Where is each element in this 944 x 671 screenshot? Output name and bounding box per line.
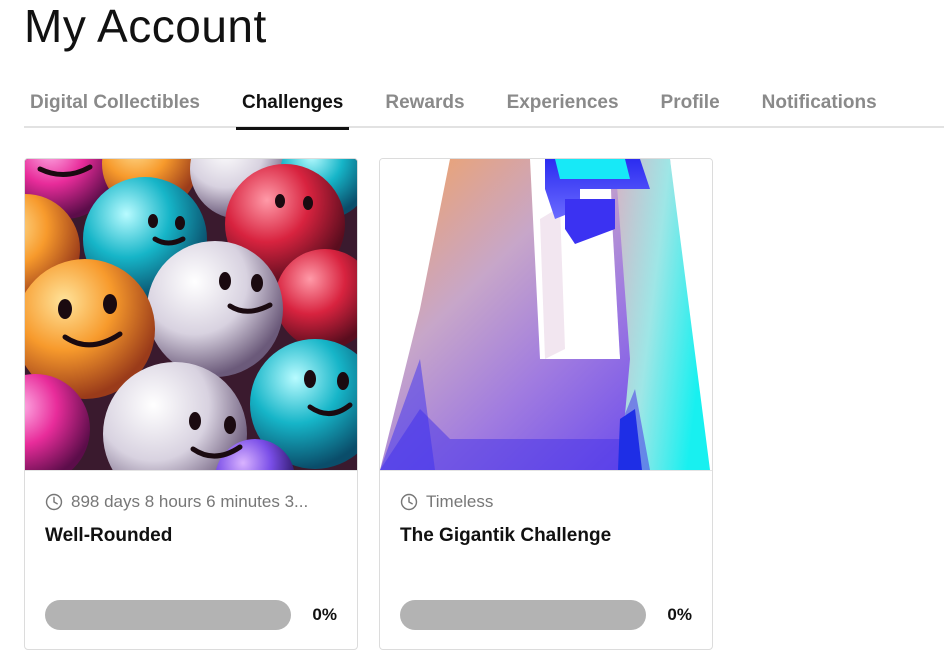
account-tabs: Digital Collectibles Challenges Rewards … (24, 84, 944, 130)
clock-icon (400, 493, 418, 511)
challenge-progress: 0% (45, 600, 337, 630)
gigantik-logo-image (380, 159, 712, 471)
progress-bar (45, 600, 291, 630)
clock-icon (45, 493, 63, 511)
page-title: My Account (24, 0, 267, 52)
progress-percent: 0% (667, 605, 692, 624)
tab-rewards[interactable]: Rewards (385, 84, 464, 128)
challenge-title: The Gigantik Challenge (400, 525, 612, 546)
challenge-card[interactable]: 898 days 8 hours 6 minutes 3... Well-Rou… (24, 158, 358, 650)
time-remaining: 898 days 8 hours 6 minutes 3... (71, 492, 309, 511)
progress-bar (400, 600, 646, 630)
challenge-time: 898 days 8 hours 6 minutes 3... (45, 492, 341, 512)
progress-percent: 0% (312, 605, 337, 624)
smiley-balls-image (25, 159, 357, 471)
tab-challenges[interactable]: Challenges (235, 84, 350, 130)
time-remaining: Timeless (426, 492, 494, 511)
challenge-title: Well-Rounded (45, 525, 173, 546)
challenge-progress: 0% (400, 600, 692, 630)
tab-experiences[interactable]: Experiences (507, 84, 619, 128)
challenge-time: Timeless (400, 492, 696, 512)
challenge-card[interactable]: Timeless The Gigantik Challenge 0% (379, 158, 713, 650)
tab-digital-collectibles[interactable]: Digital Collectibles (24, 84, 200, 128)
tab-profile[interactable]: Profile (661, 84, 720, 128)
tab-notifications[interactable]: Notifications (762, 84, 877, 128)
